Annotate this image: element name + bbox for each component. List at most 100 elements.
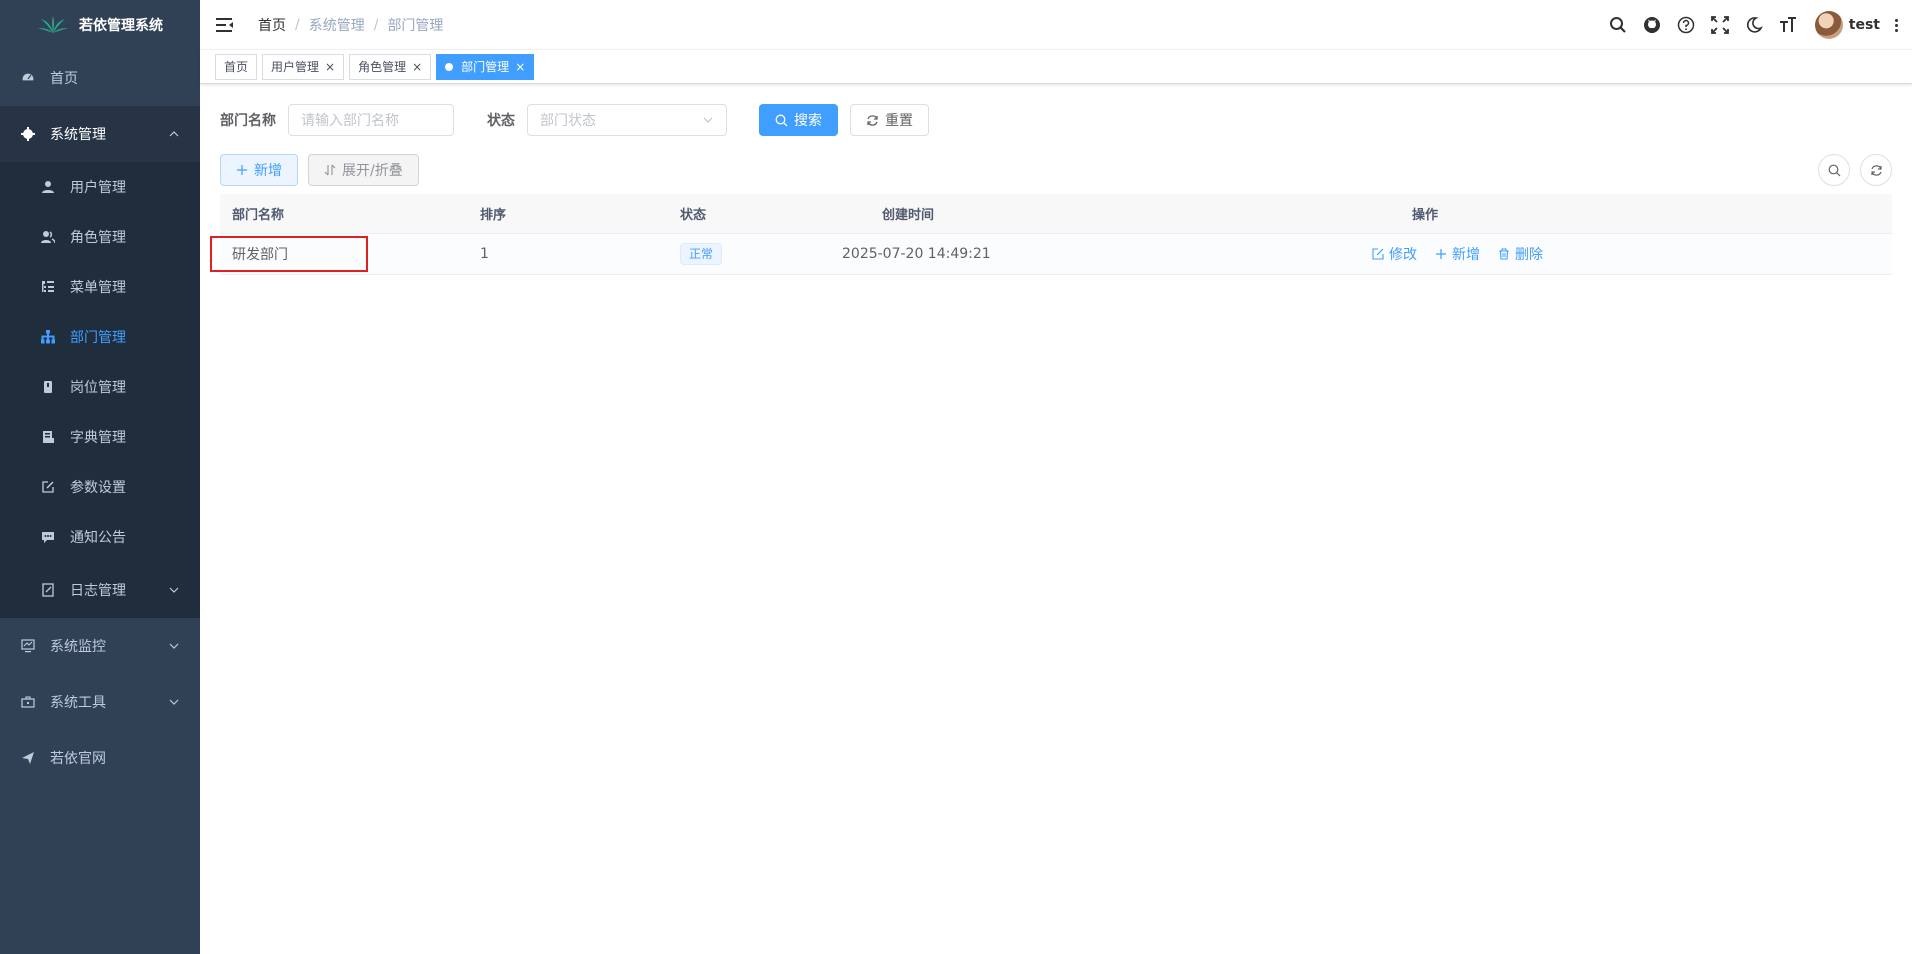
font-size-icon[interactable]	[1771, 0, 1805, 50]
breadcrumb-current: 部门管理	[387, 17, 444, 34]
col-header-order: 排序	[480, 208, 507, 223]
sidebar-item-label: 参数设置	[70, 480, 126, 496]
breadcrumb-home[interactable]: 首页	[258, 15, 286, 35]
dict-icon	[40, 429, 56, 445]
chevron-down-icon	[169, 587, 179, 593]
github-icon[interactable]	[1635, 0, 1669, 50]
main-area: 首页 / 系统管理 / 部门管理 test 首页 用户管理 × 角色管理 × 部…	[200, 0, 1912, 954]
tree-icon	[40, 329, 56, 345]
tag-label: 用户管理	[271, 59, 320, 74]
logo-icon	[38, 16, 68, 33]
cell-created: 2025-07-20 14:49:21	[842, 246, 991, 262]
refresh-icon	[867, 114, 878, 126]
dept-name-placeholder: 请输入部门名称	[301, 113, 399, 129]
sidebar-item-label: 系统监控	[50, 639, 106, 655]
tag-label: 部门管理	[461, 59, 510, 74]
reset-button[interactable]: 重置	[850, 104, 929, 136]
refresh-icon	[1870, 164, 1882, 176]
moon-icon[interactable]	[1737, 0, 1771, 50]
dept-name-label: 部门名称	[220, 113, 276, 129]
sidebar-item-depts[interactable]: 部门管理	[0, 312, 200, 362]
close-icon[interactable]: ×	[515, 55, 525, 79]
cell-order: 1	[480, 246, 489, 262]
submenu-system: 用户管理 角色管理 菜单管理 部门管理 岗位管理 字典管理 参数设置 通知公告 …	[0, 162, 200, 618]
reset-button-label: 重置	[885, 113, 913, 129]
sidebar-item-tools[interactable]: 系统工具	[0, 674, 200, 730]
sidebar-item-monitor[interactable]: 系统监控	[0, 618, 200, 674]
close-icon[interactable]: ×	[325, 55, 335, 79]
gear-icon	[20, 126, 36, 142]
guide-icon	[20, 750, 36, 766]
edit-link-label: 修改	[1389, 247, 1417, 263]
table-header: 部门名称 排序 状态 创建时间 操作	[220, 194, 1892, 234]
avatar[interactable]	[1814, 11, 1843, 39]
refresh-button[interactable]	[1860, 154, 1892, 186]
sidebar-item-home[interactable]: 首页	[0, 50, 200, 106]
search-icon[interactable]	[1601, 0, 1635, 50]
more-vertical-icon[interactable]	[1886, 18, 1906, 32]
sidebar-item-label: 字典管理	[70, 430, 126, 446]
sidebar-item-roles[interactable]: 角色管理	[0, 212, 200, 262]
col-header-name: 部门名称	[232, 208, 285, 223]
toolbar: 新增 展开/折叠	[220, 154, 1892, 186]
expand-collapse-button[interactable]: 展开/折叠	[308, 154, 419, 186]
sidebar-item-label: 岗位管理	[70, 380, 126, 396]
sidebar-item-label: 菜单管理	[70, 280, 126, 296]
toggle-search-button[interactable]	[1818, 154, 1850, 186]
sidebar-item-menus[interactable]: 菜单管理	[0, 262, 200, 312]
search-button[interactable]: 搜索	[759, 104, 838, 136]
dept-name-input[interactable]: 请输入部门名称	[288, 104, 454, 136]
close-icon[interactable]: ×	[412, 55, 422, 79]
chevron-down-icon	[169, 643, 179, 649]
sidebar: 若依管理系统 首页 系统管理 用户管理 角色管理 菜单管理 部门管理 岗位管理 …	[0, 0, 200, 954]
right-menu: test	[1601, 0, 1912, 50]
row-actions: 修改 新增 删除	[1372, 244, 1892, 264]
sidebar-item-config[interactable]: 参数设置	[0, 462, 200, 512]
search-icon	[1828, 164, 1840, 176]
highlight-box	[210, 236, 368, 272]
hamburger-icon[interactable]	[200, 0, 250, 50]
logo[interactable]: 若依管理系统	[0, 0, 200, 50]
user-icon	[40, 179, 56, 195]
help-icon[interactable]	[1669, 0, 1703, 50]
sidebar-item-label: 角色管理	[70, 230, 126, 246]
username[interactable]: test	[1849, 17, 1880, 33]
tag-depts[interactable]: 部门管理 ×	[436, 53, 535, 80]
peoples-icon	[40, 229, 56, 245]
status-select[interactable]: 部门状态	[527, 104, 727, 136]
dashboard-icon	[20, 70, 36, 86]
sidebar-item-label: 用户管理	[70, 180, 126, 196]
sidebar-item-dicts[interactable]: 字典管理	[0, 412, 200, 462]
cell-status: 正常	[680, 243, 842, 265]
sidebar-item-users[interactable]: 用户管理	[0, 162, 200, 212]
sidebar-item-logs[interactable]: 日志管理	[0, 562, 200, 618]
tag-home[interactable]: 首页	[215, 53, 258, 80]
toolbar-right	[1818, 154, 1892, 186]
tag-roles[interactable]: 角色管理 ×	[349, 53, 432, 80]
sidebar-item-notice[interactable]: 通知公告	[0, 512, 200, 562]
sidebar-item-system[interactable]: 系统管理	[0, 106, 200, 162]
search-form: 部门名称 请输入部门名称 状态 部门状态 搜索 重置	[220, 104, 1892, 136]
dept-table: 部门名称 排序 状态 创建时间 操作 研发部门 1 正常 2025-07-20 …	[210, 194, 1892, 275]
sidebar-item-label: 系统管理	[50, 127, 106, 143]
tag-users[interactable]: 用户管理 ×	[262, 53, 345, 80]
sidebar-item-label: 部门管理	[70, 330, 126, 346]
col-header-actions: 操作	[1412, 208, 1439, 223]
edit-link[interactable]: 修改	[1372, 244, 1417, 264]
sidebar-item-posts[interactable]: 岗位管理	[0, 362, 200, 412]
tool-icon	[20, 694, 36, 710]
fullscreen-icon[interactable]	[1703, 0, 1737, 50]
plus-icon	[1436, 249, 1446, 259]
expand-button-label: 展开/折叠	[342, 163, 403, 179]
search-button-label: 搜索	[794, 113, 822, 129]
sidebar-item-website[interactable]: 若依官网	[0, 730, 200, 786]
delete-link[interactable]: 删除	[1498, 244, 1543, 264]
table-row[interactable]: 研发部门 1 正常 2025-07-20 14:49:21 修改 新增 删除	[210, 234, 1892, 275]
sidebar-item-label: 系统工具	[50, 695, 106, 711]
add-button[interactable]: 新增	[220, 154, 298, 186]
status-label: 状态	[487, 113, 515, 129]
add-child-link[interactable]: 新增	[1435, 244, 1480, 264]
tag-label: 首页	[224, 59, 249, 74]
log-icon	[40, 582, 56, 598]
sort-icon	[324, 164, 336, 176]
